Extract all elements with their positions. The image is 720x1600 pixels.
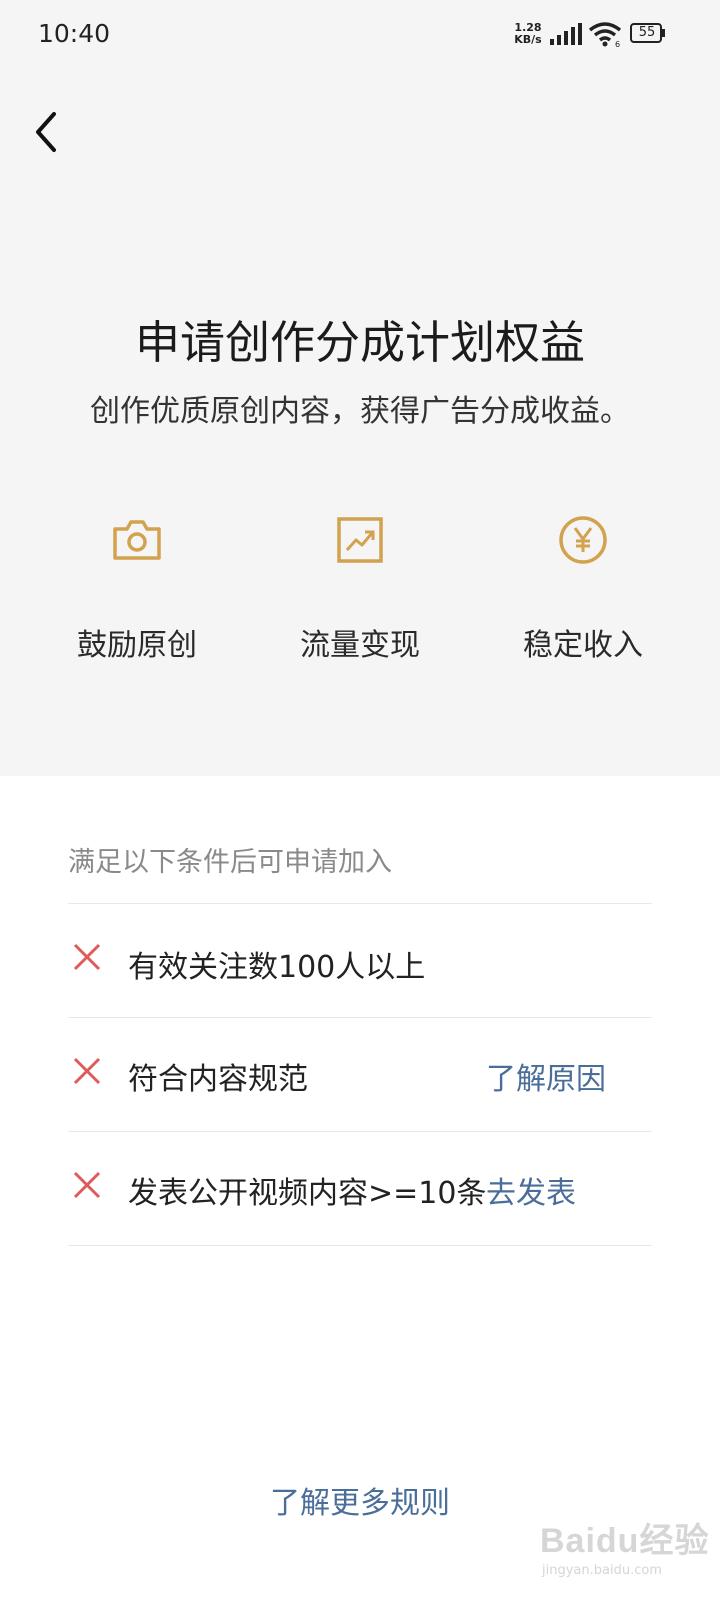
conditions-list: 满足以下条件后可申请加入 有效关注数100人以上 符合内容规范 了解原因 发表公…: [68, 840, 652, 1246]
feature-label: 鼓励原创: [77, 628, 197, 663]
yen-coin-icon: [559, 516, 607, 564]
camera-icon: [113, 520, 161, 560]
condition-text: 符合内容规范: [128, 1062, 308, 1097]
close-icon: [73, 1171, 101, 1199]
condition-row: 符合内容规范 了解原因: [68, 1018, 652, 1132]
network-speed: 1.28 KB/s: [510, 22, 546, 46]
signal-icon: [550, 23, 582, 45]
watermark: Baidu经验 jingyan.baidu.com: [540, 1505, 710, 1595]
feature-label: 流量变现: [300, 628, 420, 663]
close-icon: [73, 943, 101, 971]
network-speed-unit: KB/s: [514, 33, 542, 46]
battery-level: 55: [638, 25, 656, 40]
conditions-heading: 满足以下条件后可申请加入: [68, 840, 652, 904]
wifi-icon: 6: [588, 22, 622, 47]
condition-row: 有效关注数100人以上: [68, 904, 652, 1018]
feature-original: 鼓励原创: [32, 510, 242, 664]
svg-text:6: 6: [615, 40, 620, 47]
status-time: 10:40: [38, 19, 111, 48]
condition-text: 有效关注数100人以上: [128, 950, 426, 985]
watermark-brand: Baidu经验: [540, 1522, 710, 1560]
page-title: 申请创作分成计划权益: [134, 316, 585, 369]
feature-income: 稳定收入: [478, 510, 688, 664]
condition-text: 发表公开视频内容>=10条: [128, 1176, 487, 1211]
page-subtitle: 创作优质原创内容，获得广告分成收益。: [90, 394, 630, 429]
status-bar: 10:40 1.28 KB/s 6 55: [0, 0, 720, 70]
condition-row: 发表公开视频内容>=10条 去发表: [68, 1132, 652, 1246]
watermark-url: jingyan.baidu.com: [542, 1563, 662, 1578]
learn-reason-link[interactable]: 了解原因: [486, 1054, 606, 1098]
trend-chart-icon: [337, 517, 383, 563]
back-arrow-icon[interactable]: [30, 108, 66, 156]
feature-label: 稳定收入: [523, 628, 643, 663]
close-icon: [73, 1057, 101, 1085]
go-publish-link[interactable]: 去发表: [486, 1168, 576, 1212]
feature-traffic: 流量变现: [255, 510, 465, 664]
